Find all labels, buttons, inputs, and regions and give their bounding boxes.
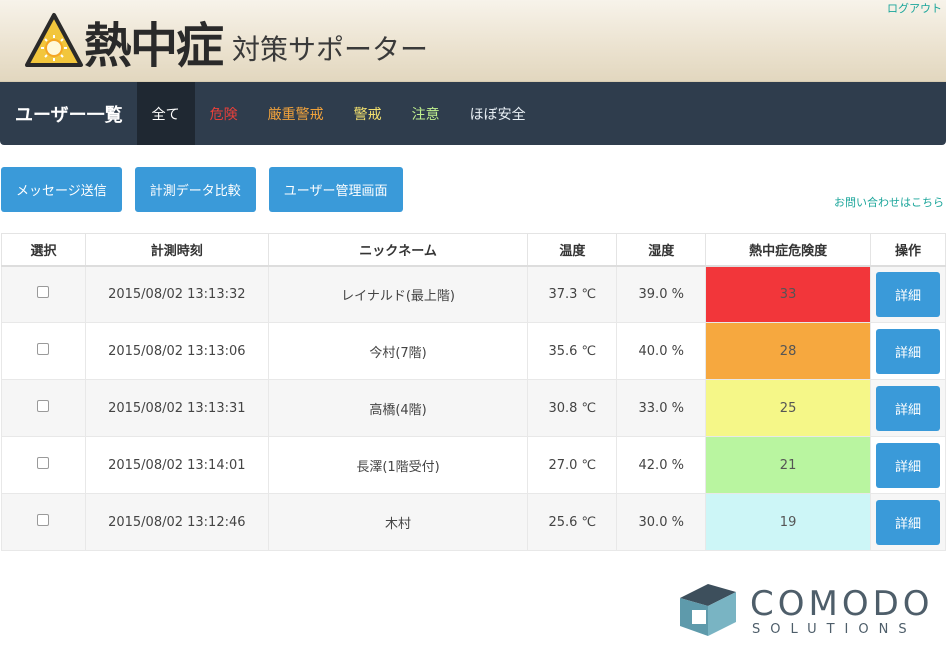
humidity-cell: 30.0 % [616,493,707,551]
action-cell: 詳細 [869,265,946,323]
temperature-cell: 25.6 ℃ [527,493,618,551]
navbar: ユーザー一覧 全て 危険 厳重警戒 警戒 注意 ほぼ安全 [0,82,946,145]
humidity-cell: 39.0 % [616,265,707,323]
column-header-humidity: 湿度 [616,233,707,267]
cube-icon [680,584,736,636]
table-row: 2015/08/02 13:13:32 レイナルド(最上階) 37.3 ℃ 39… [1,265,946,323]
action-cell: 詳細 [869,322,946,380]
tab-danger[interactable]: 危険 [195,82,253,145]
warning-sun-icon [25,13,83,67]
table-row: 2015/08/02 13:13:31 高橋(4階) 30.8 ℃ 33.0 %… [1,379,946,437]
row-checkbox[interactable] [37,457,50,469]
row-checkbox[interactable] [37,400,50,412]
table-row: 2015/08/02 13:14:01 長澤(1階受付) 27.0 ℃ 42.0… [1,436,946,494]
nickname-cell: レイナルド(最上階) [267,265,529,323]
risk-cell: 28 [705,322,871,380]
send-message-button[interactable]: メッセージ送信 [1,167,122,212]
humidity-cell: 42.0 % [616,436,707,494]
user-table: 選択 計測時刻 ニックネーム 温度 湿度 熱中症危険度 操作 2015/08/0… [1,233,946,551]
action-cell: 詳細 [869,493,946,551]
tab-warning[interactable]: 警戒 [339,82,397,145]
time-cell: 2015/08/02 13:12:46 [84,493,269,551]
contact-link[interactable]: お問い合わせはこちら [834,194,944,210]
app-header: 熱中症 対策サポーター ログアウト [0,0,946,82]
tab-caution[interactable]: 注意 [397,82,455,145]
detail-button[interactable]: 詳細 [875,499,940,545]
logo-brand-top: COMODO [750,584,934,624]
select-cell [1,379,86,437]
time-cell: 2015/08/02 13:13:32 [84,265,269,323]
risk-cell: 21 [705,436,871,494]
column-header-action: 操作 [869,233,946,267]
table-row: 2015/08/02 13:13:06 今村(7階) 35.6 ℃ 40.0 %… [1,322,946,380]
tab-all[interactable]: 全て [136,82,195,145]
time-cell: 2015/08/02 13:13:06 [84,322,269,380]
logo-subtitle: 対策サポーター [232,33,429,66]
comodo-solutions-logo: COMODO SOLUTIONS [680,584,934,637]
risk-cell: 19 [705,493,871,551]
column-header-nickname: ニックネーム [267,233,529,267]
column-header-time: 計測時刻 [84,233,269,267]
column-header-temperature: 温度 [527,233,618,267]
action-cell: 詳細 [869,436,946,494]
select-cell [1,493,86,551]
logo-brand-bottom: SOLUTIONS [752,622,917,637]
compare-data-button[interactable]: 計測データ比較 [134,167,256,212]
row-checkbox[interactable] [37,286,50,299]
temperature-cell: 27.0 ℃ [527,436,618,494]
select-cell [1,322,86,380]
detail-button[interactable]: 詳細 [875,442,940,488]
action-buttons: メッセージ送信 計測データ比較 ユーザー管理画面 [1,167,416,212]
detail-button[interactable]: 詳細 [875,271,940,317]
select-cell [1,436,86,494]
app-logo: 熱中症 対策サポーター [24,6,428,76]
select-cell [1,265,86,323]
tab-almost-safe[interactable]: ほぼ安全 [455,82,541,145]
page-title: ユーザー一覧 [15,104,123,126]
detail-button[interactable]: 詳細 [875,328,940,374]
temperature-cell: 37.3 ℃ [527,265,618,323]
column-header-select: 選択 [1,233,86,267]
temperature-cell: 35.6 ℃ [527,322,618,380]
column-header-risk: 熱中症危険度 [705,233,871,267]
logout-link[interactable]: ログアウト [887,0,942,16]
logo-title: 熱中症 [84,18,224,74]
risk-cell: 33 [705,265,871,323]
nickname-cell: 長澤(1階受付) [267,436,529,494]
tab-severe-warning[interactable]: 厳重警戒 [253,82,339,145]
time-cell: 2015/08/02 13:14:01 [84,436,269,494]
time-cell: 2015/08/02 13:13:31 [84,379,269,437]
table-header-row: 選択 計測時刻 ニックネーム 温度 湿度 熱中症危険度 操作 [1,233,946,267]
table-row: 2015/08/02 13:12:46 木村 25.6 ℃ 30.0 % 19 … [1,493,946,551]
humidity-cell: 40.0 % [616,322,707,380]
row-checkbox[interactable] [37,343,50,355]
risk-cell: 25 [705,379,871,437]
action-cell: 詳細 [869,379,946,437]
nickname-cell: 今村(7階) [267,322,529,380]
humidity-cell: 33.0 % [616,379,707,437]
detail-button[interactable]: 詳細 [875,385,940,431]
temperature-cell: 30.8 ℃ [527,379,618,437]
nickname-cell: 高橋(4階) [267,379,529,437]
user-admin-button[interactable]: ユーザー管理画面 [268,167,403,212]
row-checkbox[interactable] [37,514,50,526]
nickname-cell: 木村 [267,493,529,551]
